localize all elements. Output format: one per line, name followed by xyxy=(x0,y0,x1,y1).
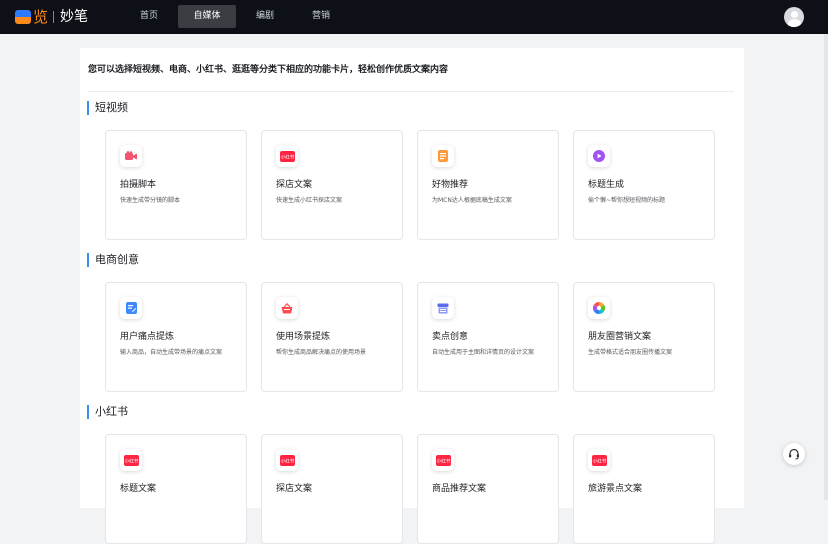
storefront-icon xyxy=(432,297,454,319)
card-shooting-script[interactable]: 拍摄脚本 快速生成带分镜的脚本 xyxy=(105,130,247,240)
card-title-generation[interactable]: 标题生成 偷个懒~帮你想短视频的标题 xyxy=(573,130,715,240)
scrollbar[interactable] xyxy=(824,34,828,500)
card-description: 快速生成小红书探店文案 xyxy=(276,197,343,204)
nav-self-media[interactable]: 自媒体 xyxy=(178,5,236,28)
svg-text:小红书: 小红书 xyxy=(280,457,294,464)
card-travel-spot-copy[interactable]: 小红书 旅游景点文案 xyxy=(573,434,715,544)
card-description: 输入商品，自动生成带场景的痛点文案 xyxy=(120,349,223,356)
card-title: 朋友圈营销文案 xyxy=(588,332,652,342)
user-avatar[interactable] xyxy=(784,7,804,27)
card-title: 旅游景点文案 xyxy=(588,484,643,494)
nav-marketing[interactable]: 营销 xyxy=(300,5,342,28)
card-title: 拍摄脚本 xyxy=(120,180,157,190)
shutter-icon xyxy=(588,297,610,319)
logo-mark-text: 览 xyxy=(33,8,49,26)
card-description: 偷个懒~帮你想短视频的标题 xyxy=(588,197,666,204)
card-pain-point-extraction[interactable]: 用户痛点提炼 输入商品，自动生成带场景的痛点文案 xyxy=(105,282,247,392)
xiaohongshu-icon: 小红书 xyxy=(276,449,298,471)
top-navigation-bar: 览 妙笔 首页 自媒体 编剧 营销 xyxy=(0,0,828,34)
content-panel: 您可以选择短视频、电商、小红书、逛逛等分类下相应的功能卡片，轻松创作优质文案内容… xyxy=(80,48,744,544)
section-title-xiaohongshu: 小红书 xyxy=(87,405,128,419)
xiaohongshu-icon: 小红书 xyxy=(120,449,142,471)
shopping-basket-icon xyxy=(276,297,298,319)
customer-support-button[interactable] xyxy=(783,443,805,465)
section-title-ecommerce: 电商创意 xyxy=(87,253,139,267)
card-title: 使用场景提炼 xyxy=(276,332,331,342)
xiaohongshu-icon: 小红书 xyxy=(432,449,454,471)
nav-screenwriting[interactable]: 编剧 xyxy=(244,5,286,28)
card-description: 帮你生成商品解决痛点的使用场景 xyxy=(276,349,367,356)
card-usage-scenario[interactable]: 使用场景提炼 帮你生成商品解决痛点的使用场景 xyxy=(261,282,403,392)
video-camera-icon xyxy=(120,145,142,167)
card-title-copy[interactable]: 小红书 标题文案 xyxy=(105,434,247,544)
play-circle-icon xyxy=(588,145,610,167)
page-description: 您可以选择短视频、电商、小红书、逛逛等分类下相应的功能卡片，轻松创作优质文案内容 xyxy=(88,65,449,75)
card-title: 探店文案 xyxy=(276,484,313,494)
section-title-short-video: 短视频 xyxy=(87,101,128,115)
card-title: 标题文案 xyxy=(120,484,157,494)
card-product-recommendation-copy[interactable]: 小红书 商品推荐文案 xyxy=(417,434,559,544)
divider xyxy=(88,91,734,92)
svg-text:小红书: 小红书 xyxy=(280,153,294,160)
card-selling-point-creative[interactable]: 卖点创意 自动生成用于主图和详情页的设计文案 xyxy=(417,282,559,392)
card-title: 探店文案 xyxy=(276,180,313,190)
svg-text:小红书: 小红书 xyxy=(124,457,138,464)
card-description: 生成带格式适合朋友圈传播文案 xyxy=(588,349,673,356)
card-product-recommendation[interactable]: 好物推荐 为MCN达人根据底稿生成文案 xyxy=(417,130,559,240)
card-store-visit-copy-xhs[interactable]: 小红书 探店文案 xyxy=(261,434,403,544)
edit-note-icon xyxy=(120,297,142,319)
card-store-visit-copy[interactable]: 小红书 探店文案 快速生成小红书探店文案 xyxy=(261,130,403,240)
card-title: 好物推荐 xyxy=(432,180,469,190)
xiaohongshu-icon: 小红书 xyxy=(276,145,298,167)
card-title: 商品推荐文案 xyxy=(432,484,487,494)
app-logo[interactable]: 览 妙笔 xyxy=(15,8,88,26)
svg-text:小红书: 小红书 xyxy=(592,457,606,464)
card-title: 标题生成 xyxy=(588,180,625,190)
card-description: 快速生成带分镜的脚本 xyxy=(120,197,181,204)
nav-home[interactable]: 首页 xyxy=(128,5,170,28)
card-description: 为MCN达人根据底稿生成文案 xyxy=(432,197,512,204)
logo-separator xyxy=(53,11,55,23)
logo-mark-icon xyxy=(15,10,31,24)
app-name: 妙笔 xyxy=(60,9,89,25)
user-icon xyxy=(790,10,798,18)
card-description: 自动生成用于主图和详情页的设计文案 xyxy=(432,349,535,356)
xiaohongshu-icon: 小红书 xyxy=(588,449,610,471)
svg-text:小红书: 小红书 xyxy=(436,457,450,464)
document-icon xyxy=(432,145,454,167)
headset-icon xyxy=(789,448,799,460)
card-title: 卖点创意 xyxy=(432,332,469,342)
card-title: 用户痛点提炼 xyxy=(120,332,175,342)
card-moments-marketing[interactable]: 朋友圈营销文案 生成带格式适合朋友圈传播文案 xyxy=(573,282,715,392)
user-icon-body xyxy=(787,19,801,27)
